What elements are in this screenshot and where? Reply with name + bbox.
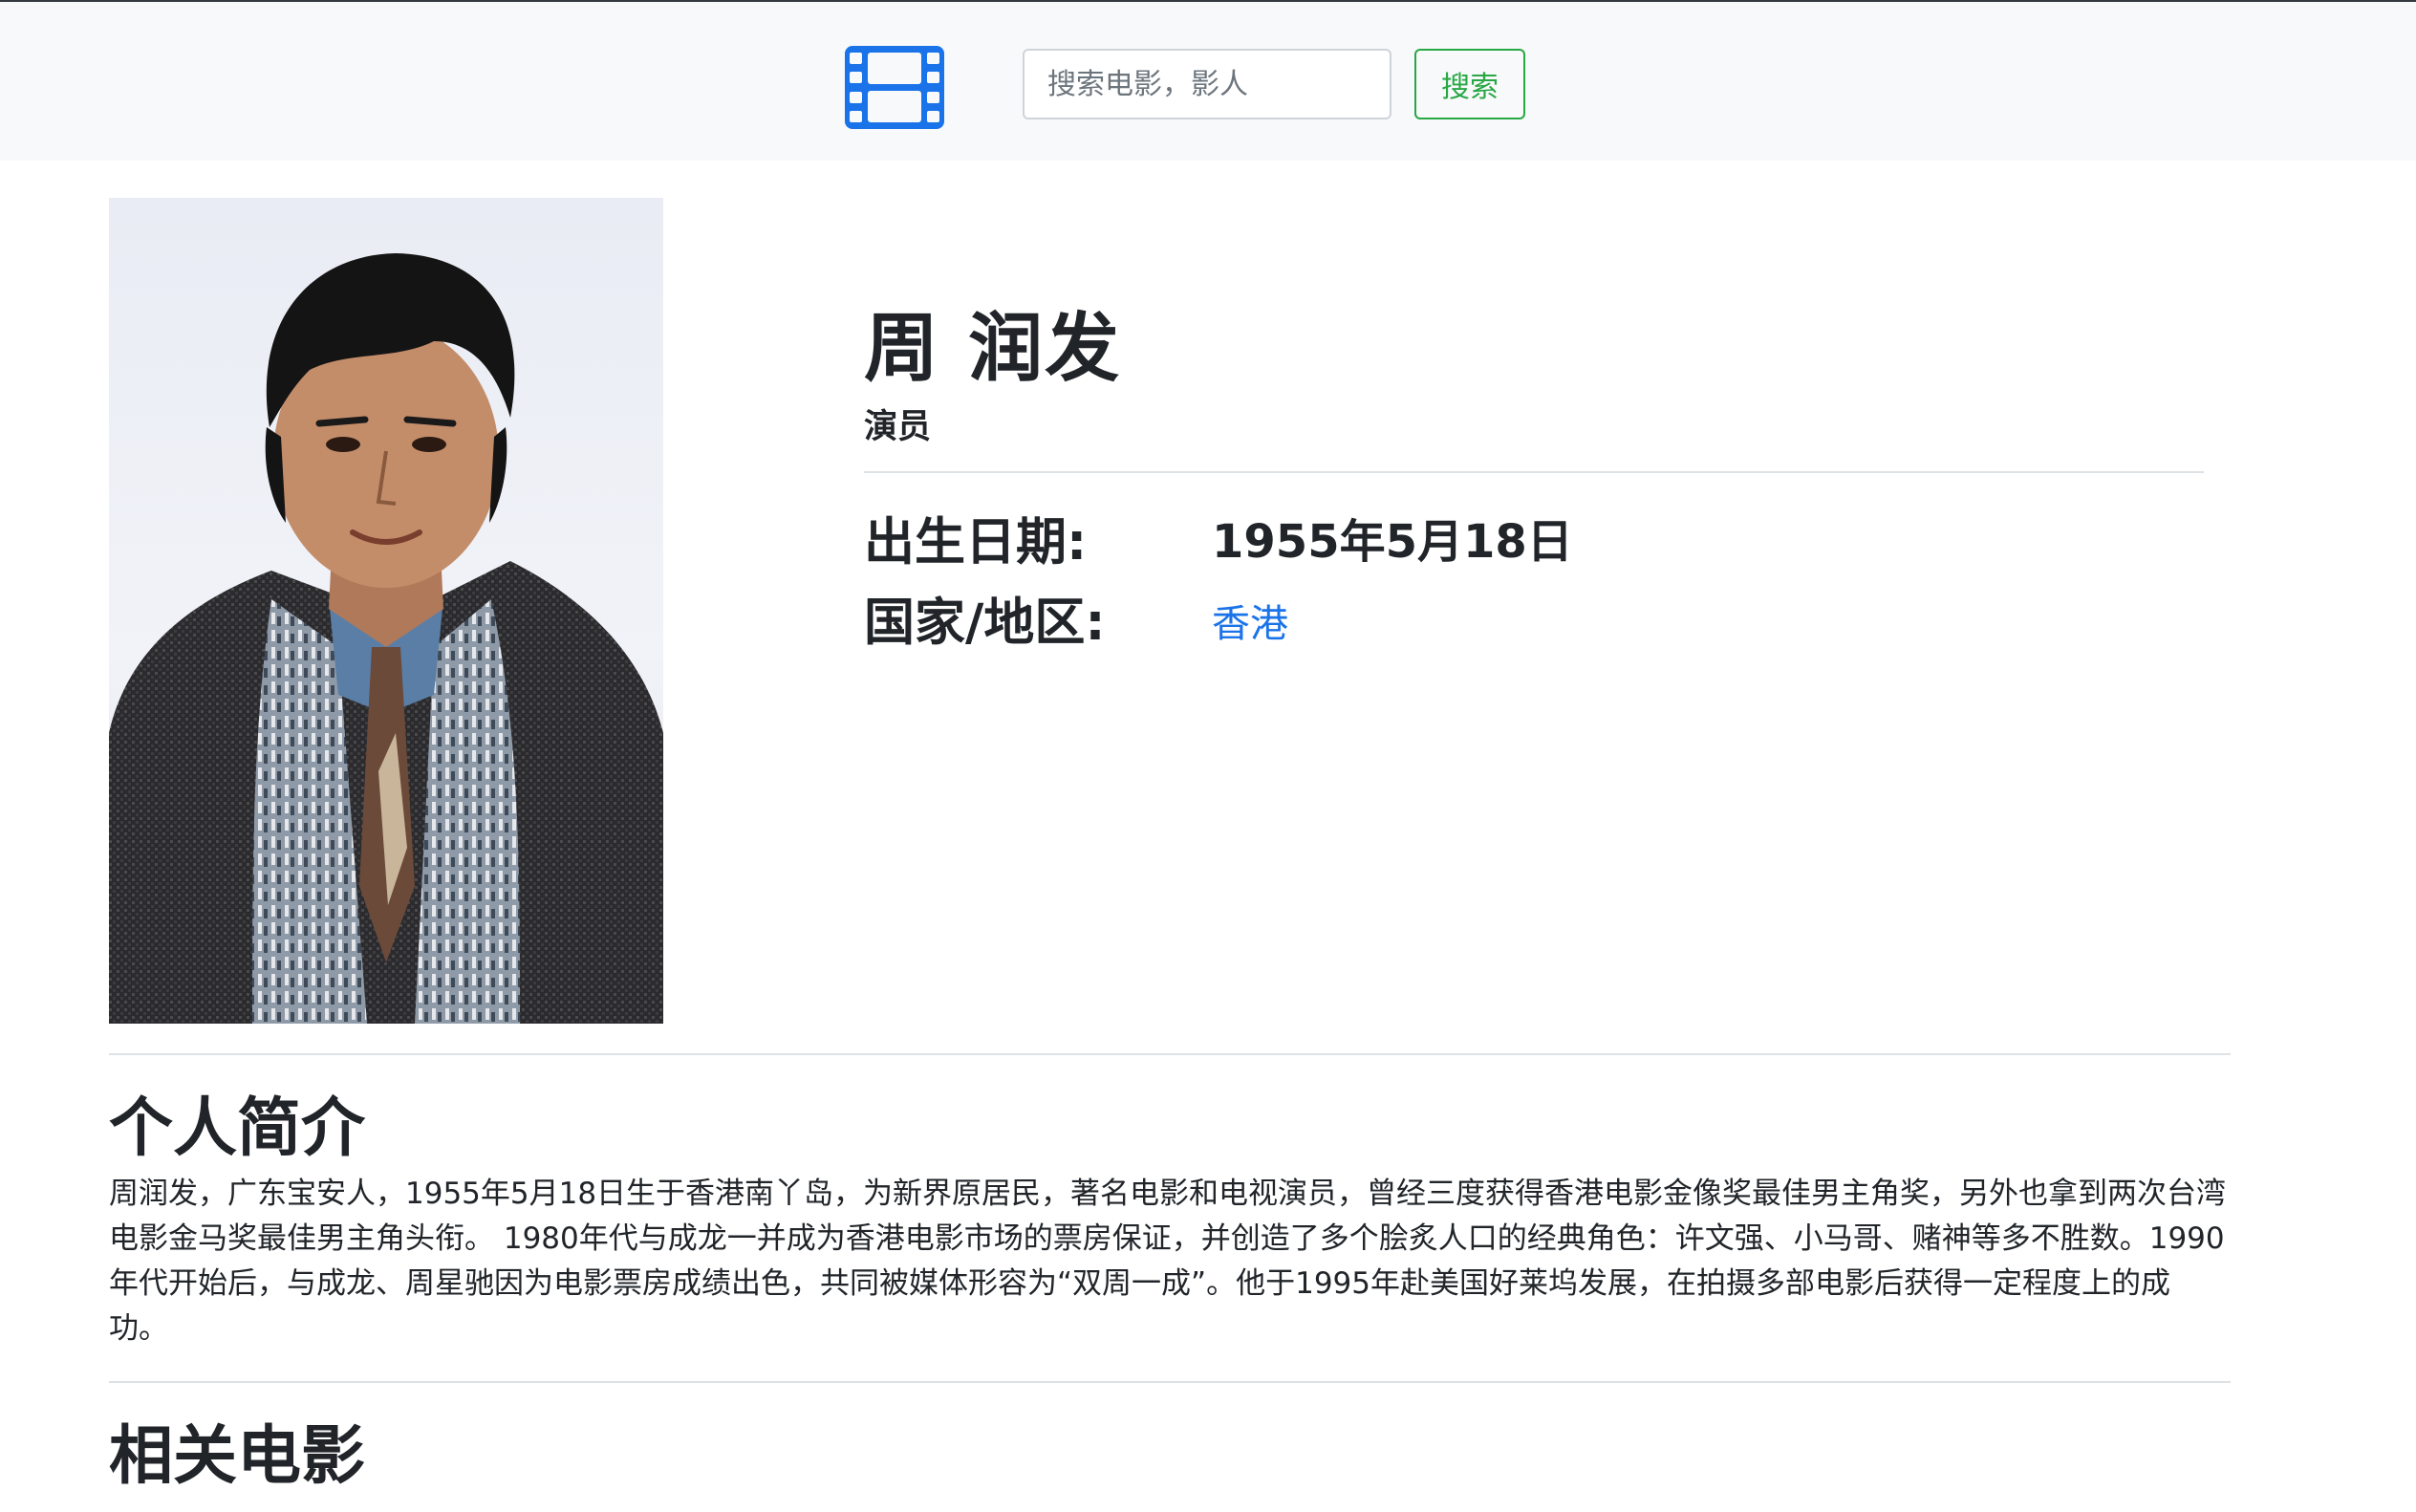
search-button[interactable]: 搜索 (1414, 49, 1525, 119)
region-label: 国家/地区: (864, 594, 1106, 652)
person-portrait (109, 198, 663, 1024)
film-icon[interactable] (845, 46, 944, 129)
info-divider (864, 471, 2204, 473)
bio-text: 周润发，广东宝安人，1955年5月18日生于香港南丫岛，为新界原居民，著名电影和… (109, 1177, 2227, 1346)
search-input[interactable] (1023, 49, 1391, 119)
region-link[interactable]: 香港 (1212, 593, 1288, 648)
birth-date-value: 1955年5月18日 (1212, 515, 1573, 569)
person-name: 周 润发 (864, 306, 1122, 392)
section-divider (109, 1381, 2231, 1383)
bio-heading: 个人简介 (109, 1091, 365, 1165)
person-role: 演员 (864, 408, 932, 446)
section-divider (109, 1053, 2231, 1055)
navbar: 搜索 (0, 0, 2416, 161)
birth-date-label: 出生日期: (864, 513, 1088, 572)
related-films-heading: 相关电影 (109, 1418, 365, 1493)
